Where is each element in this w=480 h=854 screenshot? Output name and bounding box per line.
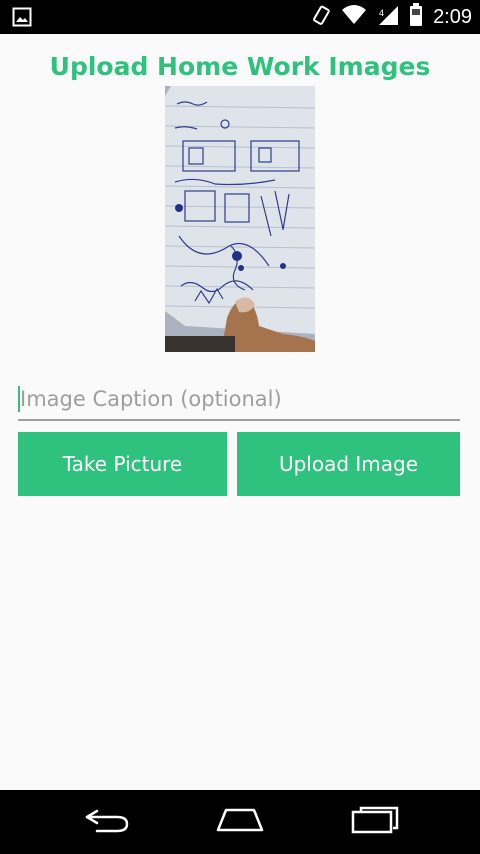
back-button[interactable] [67, 790, 147, 854]
upload-image-button[interactable]: Upload Image [237, 432, 460, 496]
rotation-icon [311, 4, 331, 31]
page-title: Upload Home Work Images [49, 52, 431, 81]
svg-text:4: 4 [379, 8, 384, 18]
status-bar: 4 2:09 [0, 0, 480, 34]
recents-button[interactable] [335, 790, 415, 854]
recents-icon [351, 806, 399, 839]
signal-icon: 4 [377, 4, 399, 31]
status-time: 2:09 [433, 6, 472, 28]
back-icon [83, 806, 131, 839]
status-icons: 4 2:09 [311, 0, 472, 34]
home-button[interactable] [200, 790, 280, 854]
take-picture-button[interactable]: Take Picture [18, 432, 227, 496]
home-icon [215, 807, 265, 838]
battery-icon [409, 2, 423, 32]
navigation-bar [0, 790, 480, 854]
image-preview [165, 86, 315, 352]
caption-field[interactable] [18, 379, 460, 421]
wifi-icon [341, 4, 367, 31]
image-notification-icon [12, 7, 32, 27]
image-caption-input[interactable] [20, 381, 450, 417]
app-content: Upload Home Work Images Image Caption (o… [0, 34, 480, 790]
